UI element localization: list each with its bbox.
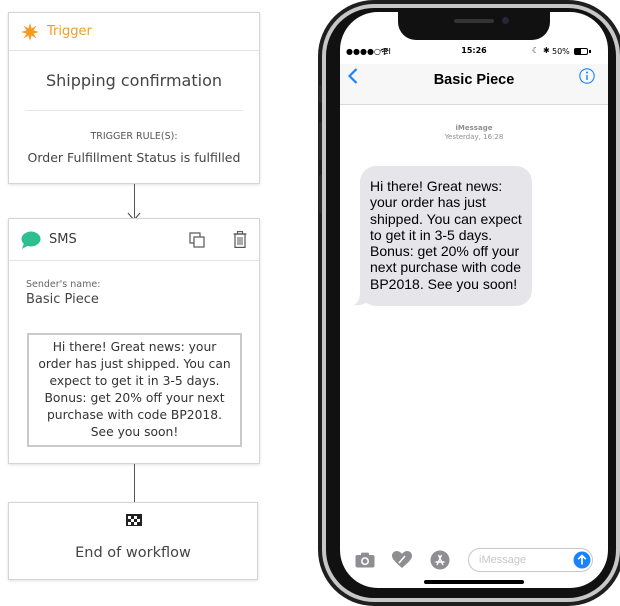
trigger-rules-label: TRIGGER RULE(S): [90,131,178,142]
home-indicator [424,580,524,584]
speech-bubble-icon [21,231,41,249]
messages-nav-bar: Basic Piece [340,64,608,105]
phone-notch [398,12,550,40]
bubble-line: next purchase with code [370,259,521,276]
trigger-card[interactable]: Trigger Shipping confirmation TRIGGER RU… [8,12,260,184]
thread-timestamp: Yesterday, 16:28 [444,133,504,141]
end-workflow-label: End of workflow [75,545,191,561]
battery-nub [589,50,591,53]
bubble-line: BP2018. See you soon! [370,275,518,292]
duplicate-icon[interactable] [189,232,205,248]
trigger-card-header: Trigger [9,13,259,51]
battery-icon [574,48,588,55]
bubble-tail [354,292,368,306]
imessage-input[interactable]: iMessage [468,548,593,572]
bubble-line: Hi there! Great news: [370,178,503,194]
trigger-header-label: Trigger [47,24,92,39]
sender-name-label: Sender's name: [26,279,101,290]
app-store-icon[interactable] [430,550,450,570]
trigger-title: Shipping confirmation [45,71,223,90]
speaker-grille [454,19,494,23]
digital-touch-heart-icon[interactable] [392,551,412,569]
bubble-line: shipped. You can expect [370,210,522,227]
end-workflow-card: End of workflow [8,502,258,580]
sender-name-value: Basic Piece [26,292,99,307]
trigger-divider [25,110,243,111]
bubble-line: to get it in 3-5 days. [370,226,493,243]
moon-icon: ☾ [532,46,540,55]
status-bar: ●●●●○ EI 15:26 ☾ ✱ 50% [340,45,608,59]
bubble-line: Bonus: get 20% off your [370,243,520,260]
imessage-input-placeholder: iMessage [479,554,527,566]
phone-screen: ●●●●○ EI 15:26 ☾ ✱ 50% Basic Piece iMess… [340,12,608,588]
conversation-title: Basic Piece [433,72,515,88]
trigger-rule-text: Order Fulfillment Status is fulfilled [27,150,241,165]
bluetooth-icon: ✱ [543,46,550,55]
sun-burst-icon [21,22,39,41]
thread-service-label: iMessage [455,124,493,132]
sms-card-header: SMS [9,219,259,261]
phone-side-button [319,122,322,160]
checkered-flag-icon [126,514,142,526]
sms-message-box[interactable]: Hi there! Great news: your order has jus… [27,333,242,447]
bubble-line: your order has just [370,194,486,211]
battery-percent: 50% [552,47,570,56]
camera-icon[interactable] [355,552,375,568]
message-bubble[interactable]: Hi there! Great news: your order has jus… [360,166,532,306]
phone-side-button [319,175,322,213]
phone-side-button [319,85,322,103]
sms-header-label: SMS [49,232,77,247]
sms-card[interactable]: SMS Sender's name: Basic Piece Hi there!… [8,218,260,464]
trash-icon[interactable] [233,231,247,248]
message-composer: iMessage [340,544,608,576]
info-icon[interactable] [579,68,595,84]
camera-lens-icon [502,17,509,24]
send-arrow-icon[interactable] [573,551,591,569]
